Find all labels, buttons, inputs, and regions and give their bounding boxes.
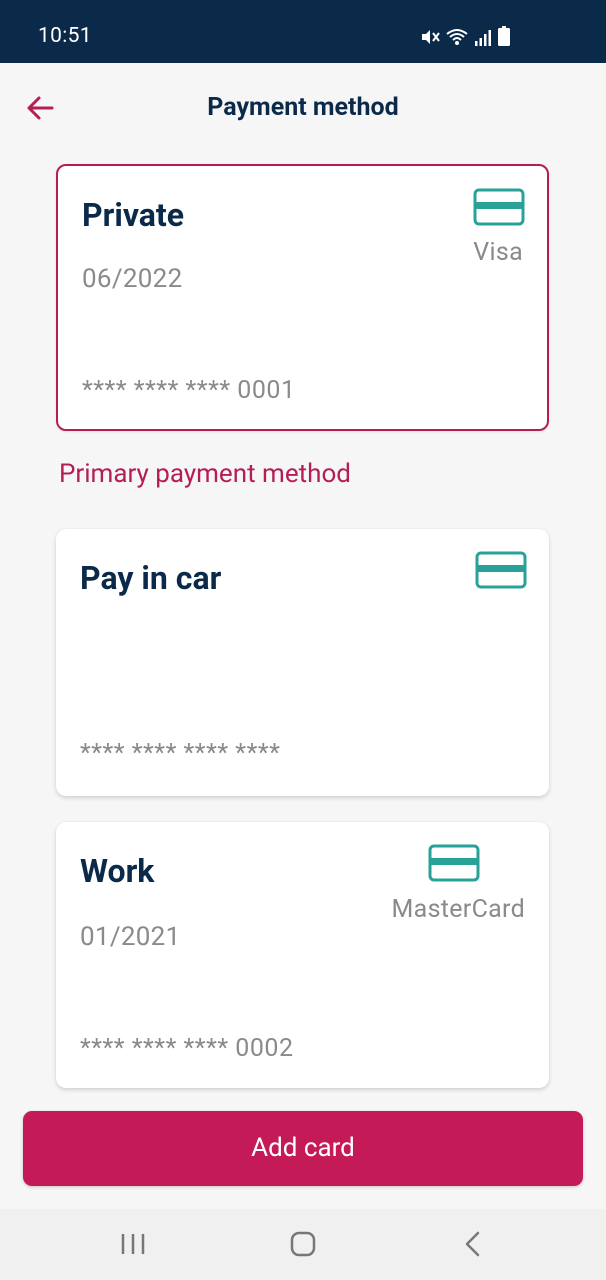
recent-apps-icon [121, 1234, 145, 1254]
battery-icon [498, 26, 510, 46]
system-back-button[interactable] [456, 1229, 490, 1259]
card-brand: Visa [473, 238, 523, 267]
payment-card-private[interactable]: Private Visa 06/2022 **** **** **** 0001 [56, 164, 549, 431]
wifi-icon [446, 28, 468, 46]
card-expiry: 01/2021 [80, 922, 181, 952]
mute-icon [420, 28, 440, 46]
card-expiry: 06/2022 [82, 264, 183, 294]
recent-apps-button[interactable] [116, 1229, 150, 1259]
credit-card-icon [475, 551, 527, 589]
home-icon [290, 1231, 316, 1257]
back-icon [465, 1231, 480, 1257]
status-icons [420, 26, 510, 46]
status-bar: 10:51 [0, 0, 606, 63]
payment-card-work[interactable]: Work MasterCard 01/2021 **** **** **** 0… [56, 822, 549, 1088]
card-number: **** **** **** 0002 [80, 1034, 294, 1063]
page-title: Payment method [207, 93, 399, 122]
home-button[interactable] [286, 1229, 320, 1259]
add-card-button[interactable]: Add card [23, 1111, 583, 1186]
card-brand: MasterCard [391, 895, 525, 924]
credit-card-icon [473, 188, 525, 226]
system-nav-bar [0, 1209, 606, 1280]
card-name: Private [82, 196, 185, 234]
payment-card-pay-in-car[interactable]: Pay in car **** **** **** **** [56, 529, 549, 796]
status-time: 10:51 [38, 24, 92, 48]
card-number: **** **** **** **** [80, 739, 281, 768]
card-name: Pay in car [80, 559, 222, 597]
credit-card-icon [428, 844, 480, 882]
app-header: Payment method [0, 63, 606, 153]
primary-payment-label: Primary payment method [59, 459, 351, 489]
card-name: Work [80, 852, 155, 890]
signal-icon [474, 28, 492, 46]
card-number: **** **** **** 0001 [82, 376, 296, 405]
